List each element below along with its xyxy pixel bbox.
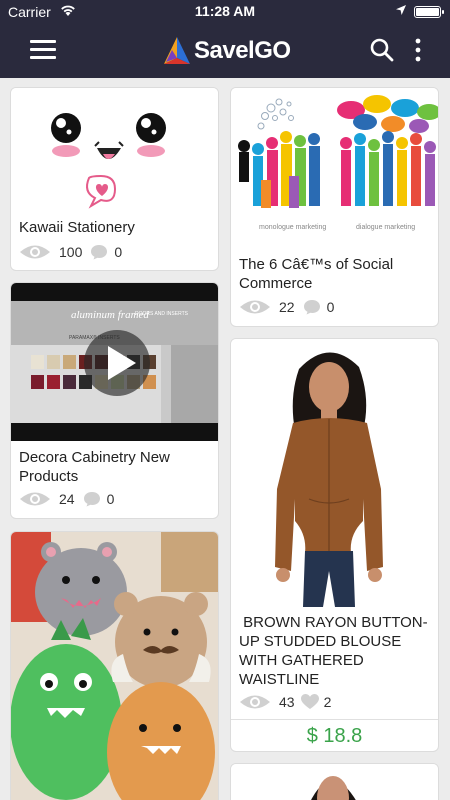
comments-count: 0 [114,244,123,260]
battery-icon [414,6,444,18]
card-title: The 6 Câ€™s of Social Commerce [239,256,394,292]
card-title: BROWN RAYON BUTTON-UP STUDDED BLOUSE WIT… [239,614,428,688]
price-label: $ 18.8 [306,725,363,747]
brand-name: SavelGO [194,37,291,64]
comment-icon [303,300,320,315]
search-icon[interactable] [370,38,394,62]
image-caption-monologue: monologue marketing [259,224,327,231]
price-divider [231,719,438,720]
hamburger-icon[interactable] [30,40,56,60]
card-title: Kawaii Stationery [19,219,135,236]
eye-icon [20,492,50,506]
product-card-social-commerce[interactable]: monologue marketing dialogue marketing T… [230,87,439,327]
video-overlay-subtitle: DOORS AND INSERTS [135,311,188,317]
video-thumbnail[interactable]: aluminum framed DOORS AND INSERTS PARAMA… [11,283,218,441]
card-stats: 22 0 [239,297,334,317]
plush-toys-image [11,532,218,800]
card-stats: 43 2 [239,692,331,712]
location-arrow-icon [396,5,406,15]
card-title: Decora Cabinetry New Products [19,449,170,485]
status-bar: Carrier 11:28 AM [0,0,450,24]
eye-icon [240,300,270,314]
views-count: 22 [279,299,295,315]
comment-icon [91,245,108,260]
product-card-partial-right[interactable] [230,763,439,800]
product-card-partial[interactable] [10,531,219,800]
blouse-model-image [231,339,438,607]
product-card-decora[interactable]: aluminum framed DOORS AND INSERTS PARAMA… [10,282,219,519]
app-header: SavelGO [0,24,450,78]
eye-icon [240,695,270,709]
more-vertical-icon[interactable] [414,38,422,62]
image-caption-dialogue: dialogue marketing [356,224,416,231]
play-button-icon[interactable] [82,328,152,398]
comment-icon [83,492,100,507]
comments-count: 0 [326,299,335,315]
product-card-blouse[interactable]: BROWN RAYON BUTTON-UP STUDDED BLOUSE WIT… [230,338,439,752]
eye-icon [20,245,50,259]
card-stats: 24 0 [19,489,114,509]
product-card-kawaii[interactable]: Kawaii Stationery 100 0 [10,87,219,271]
savelgo-logo-icon [164,37,190,64]
comments-count: 0 [106,491,115,507]
views-count: 43 [279,694,295,710]
card-stats: 100 0 [19,242,122,262]
clock: 11:28 AM [194,3,256,19]
heart-icon[interactable] [300,694,319,710]
views-count: 100 [59,244,83,260]
kawaii-face-image [11,88,218,213]
likes-count: 2 [323,694,332,710]
app-logo: SavelGO [163,34,291,68]
views-count: 24 [59,491,75,507]
social-marketing-image [231,88,438,243]
model-image [231,764,438,800]
